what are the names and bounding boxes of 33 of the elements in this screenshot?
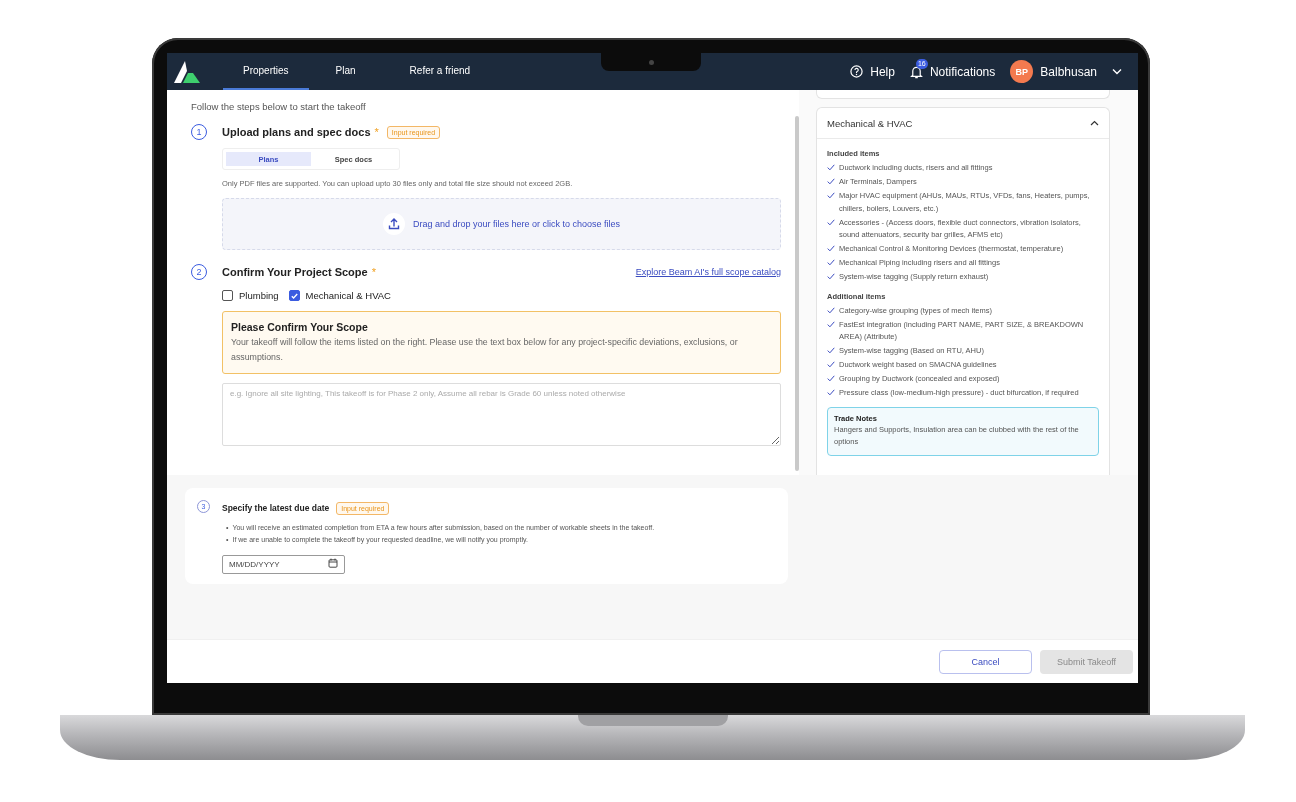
checkbox-label[interactable]: Plumbing (239, 290, 279, 301)
file-dropzone[interactable]: Drag and drop your files here or click to choose files (222, 198, 781, 250)
required-mark: * (371, 266, 376, 278)
checkbox[interactable] (222, 290, 233, 301)
cancel-button[interactable]: Cancel (939, 649, 1032, 674)
required-mark: * (374, 126, 379, 138)
scope-catalog-link[interactable]: Explore Beam AI's full scope catalog (635, 267, 781, 277)
user-name[interactable]: Balbhusan (1040, 64, 1097, 79)
nav-tab[interactable]: Plan (308, 53, 383, 90)
chevron-down-icon[interactable] (1112, 68, 1122, 75)
intro-text: Follow the steps below to start the takeoff (191, 101, 367, 112)
step-title: Confirm Your Project Scope (222, 266, 368, 278)
checkbox-label[interactable]: Mechanical & HVAC (305, 290, 391, 301)
notice-title: Please Confirm Your Scope (231, 321, 369, 333)
check-icon (827, 218, 835, 226)
checkbox[interactable] (288, 290, 300, 301)
date-field[interactable]: MM/DD/YYYY (222, 555, 345, 574)
scope-notes-field[interactable]: e.g. Ignore all site lighting, This takeoff is for Phase 2 only, Assume all rebar is Grade 60 unless noted otherwise (222, 383, 781, 446)
notifications-link[interactable]: Notifications (929, 64, 996, 79)
scrollbar[interactable] (795, 116, 799, 471)
calendar-icon[interactable] (328, 557, 338, 568)
help-icon[interactable] (850, 65, 864, 78)
step-title: Specify the latest due date (222, 503, 330, 513)
card-title: Mechanical & HVAC (827, 117, 913, 129)
nav-tab[interactable]: Refer a friend (382, 53, 498, 90)
dropzone-text: Drag and drop your files here or click to choose files (412, 219, 621, 229)
notice-text: Your takeoff will follow the items listed on the right. Please use the text box below for any project-specific deviations, exclusions, or assumptions. (231, 336, 739, 364)
step-title: Upload plans and spec docs (222, 126, 371, 138)
help-link[interactable]: Help (870, 64, 895, 79)
upload-icon (382, 213, 405, 235)
logo-icon[interactable] (173, 59, 201, 84)
chevron-up-icon[interactable] (1090, 120, 1099, 126)
bell-icon[interactable] (909, 64, 923, 79)
